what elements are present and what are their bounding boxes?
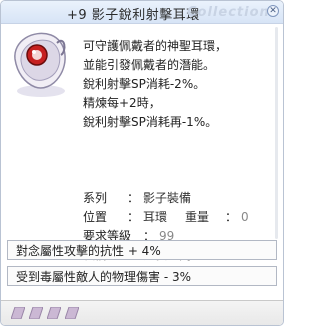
card-effect-row[interactable]: 受到毒屬性敵人的物理傷害 - 3%	[7, 266, 277, 286]
empty-slot-icon[interactable]	[11, 307, 25, 319]
type-value: 影子裝備	[143, 191, 192, 205]
earring-shadow-icon	[7, 25, 73, 101]
type-sep: ：	[127, 191, 140, 205]
empty-slot-icon[interactable]	[47, 307, 61, 319]
item-info-window: +9 影子銳利射擊耳環 Collections ✕ 可守護佩戴者的神聖耳環， 並…	[0, 0, 284, 326]
description-line: 銳利射擊SP消耗再-1%。	[83, 115, 218, 129]
title-bar[interactable]: +9 影子銳利射擊耳環 Collections ✕	[1, 1, 283, 24]
location-sep: ：	[127, 210, 140, 224]
empty-slot-icon[interactable]	[65, 307, 79, 319]
description-line: 並能引發佩戴者的潛能。	[83, 58, 216, 72]
weight-label: 重量	[185, 210, 210, 224]
close-icon[interactable]: ✕	[267, 5, 279, 17]
description-scrollbar[interactable]	[274, 27, 279, 239]
property-location: 位置 ： 耳環 重量 ： 0	[83, 208, 249, 227]
description-line: 銳利射擊SP消耗-2%。	[83, 77, 206, 91]
type-label: 系列	[83, 191, 108, 205]
item-description: 可守護佩戴者的神聖耳環， 並能引發佩戴者的潛能。 銳利射擊SP消耗-2%。 精煉…	[83, 37, 279, 132]
location-value: 耳環	[143, 210, 168, 224]
card-slot-bar	[1, 300, 283, 325]
location-label: 位置	[83, 210, 108, 224]
item-title: +9 影子銳利射擊耳環	[67, 8, 200, 23]
weight-value: 0	[241, 210, 249, 224]
collection-watermark: Collections	[187, 5, 279, 20]
description-line: 可守護佩戴者的神聖耳環，	[83, 39, 228, 53]
weight-sep: ：	[225, 210, 238, 224]
property-type: 系列 ： 影子裝備	[83, 189, 249, 208]
description-line: 精煉每+2時，	[83, 96, 161, 110]
empty-slot-icon[interactable]	[29, 307, 43, 319]
card-effect-row[interactable]: 對念屬性攻擊的抗性 + 4%	[7, 240, 277, 260]
